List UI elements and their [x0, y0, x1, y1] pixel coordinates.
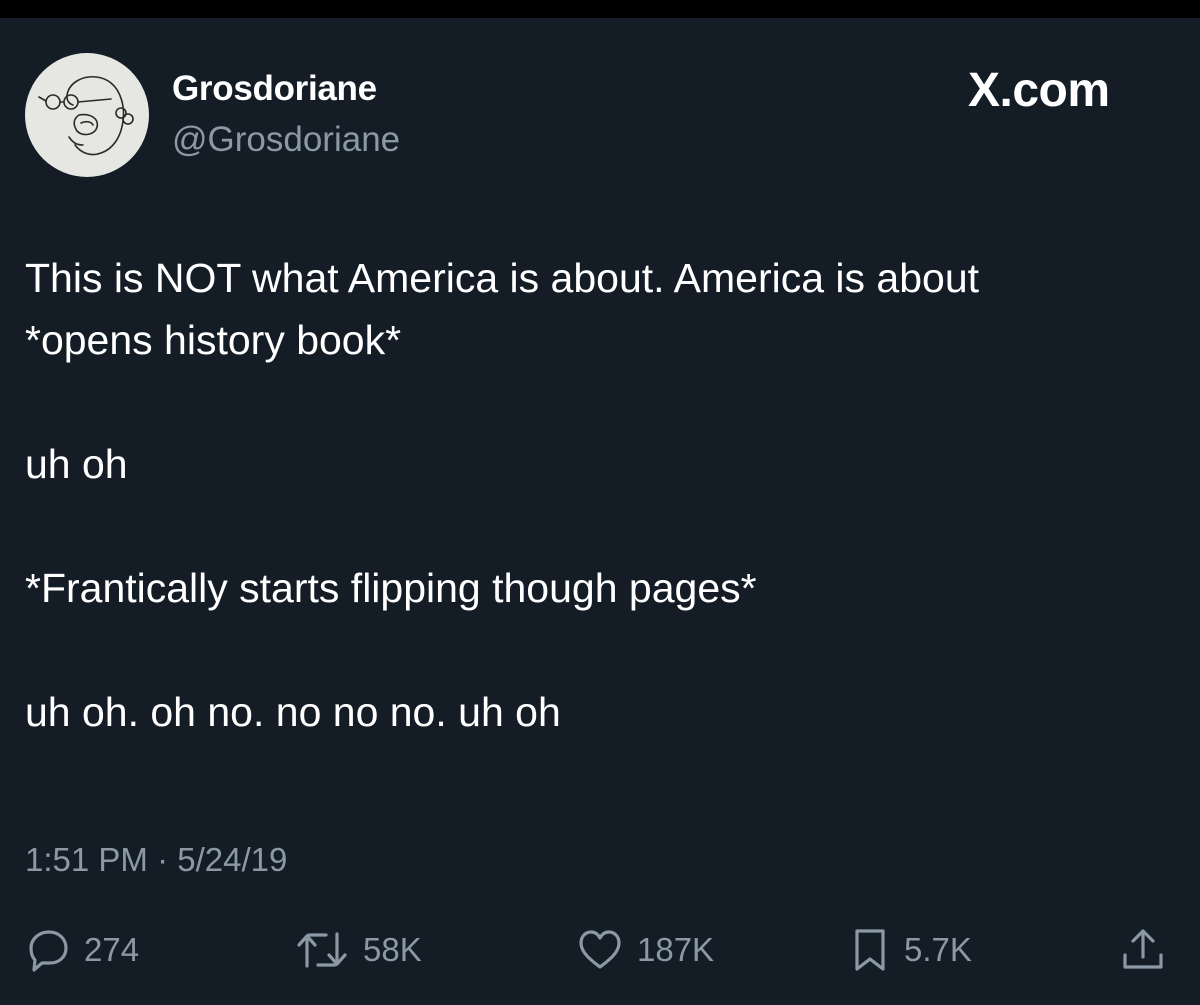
repost-button[interactable]: 58K — [295, 925, 422, 975]
tweet-text: This is NOT what America is about. Ameri… — [25, 247, 1175, 743]
avatar-drawing — [38, 76, 134, 156]
share-button[interactable] — [1120, 925, 1166, 975]
display-name[interactable]: Grosdoriane — [172, 67, 377, 111]
tweet-line: uh oh. oh no. no no no. uh oh — [25, 689, 561, 735]
reply-icon — [28, 928, 70, 972]
tweet-line: uh oh — [25, 441, 128, 487]
tweet-timestamp[interactable]: 1:51 PM · 5/24/19 — [25, 838, 287, 882]
bookmark-count: 5.7K — [904, 931, 972, 968]
avatar[interactable] — [25, 53, 149, 177]
repost-count: 58K — [363, 931, 422, 968]
like-icon — [577, 928, 623, 972]
like-count: 187K — [637, 931, 715, 968]
reply-button[interactable]: 274 — [28, 925, 139, 975]
bookmark-button[interactable]: 5.7K — [850, 925, 972, 975]
top-bar — [0, 0, 1200, 18]
tweet-line: *Frantically starts flipping though page… — [25, 565, 757, 611]
user-handle[interactable]: @Grosdoriane — [172, 118, 400, 162]
tweet-line: This is NOT what America is about. Ameri… — [25, 255, 980, 301]
like-button[interactable]: 187K — [577, 925, 714, 975]
repost-icon — [295, 928, 349, 972]
x-logo: X.com — [968, 64, 1110, 117]
tweet-line: *opens history book* — [25, 317, 402, 363]
reply-count: 274 — [84, 931, 140, 968]
share-icon — [1120, 927, 1166, 973]
bookmark-icon — [850, 927, 890, 973]
